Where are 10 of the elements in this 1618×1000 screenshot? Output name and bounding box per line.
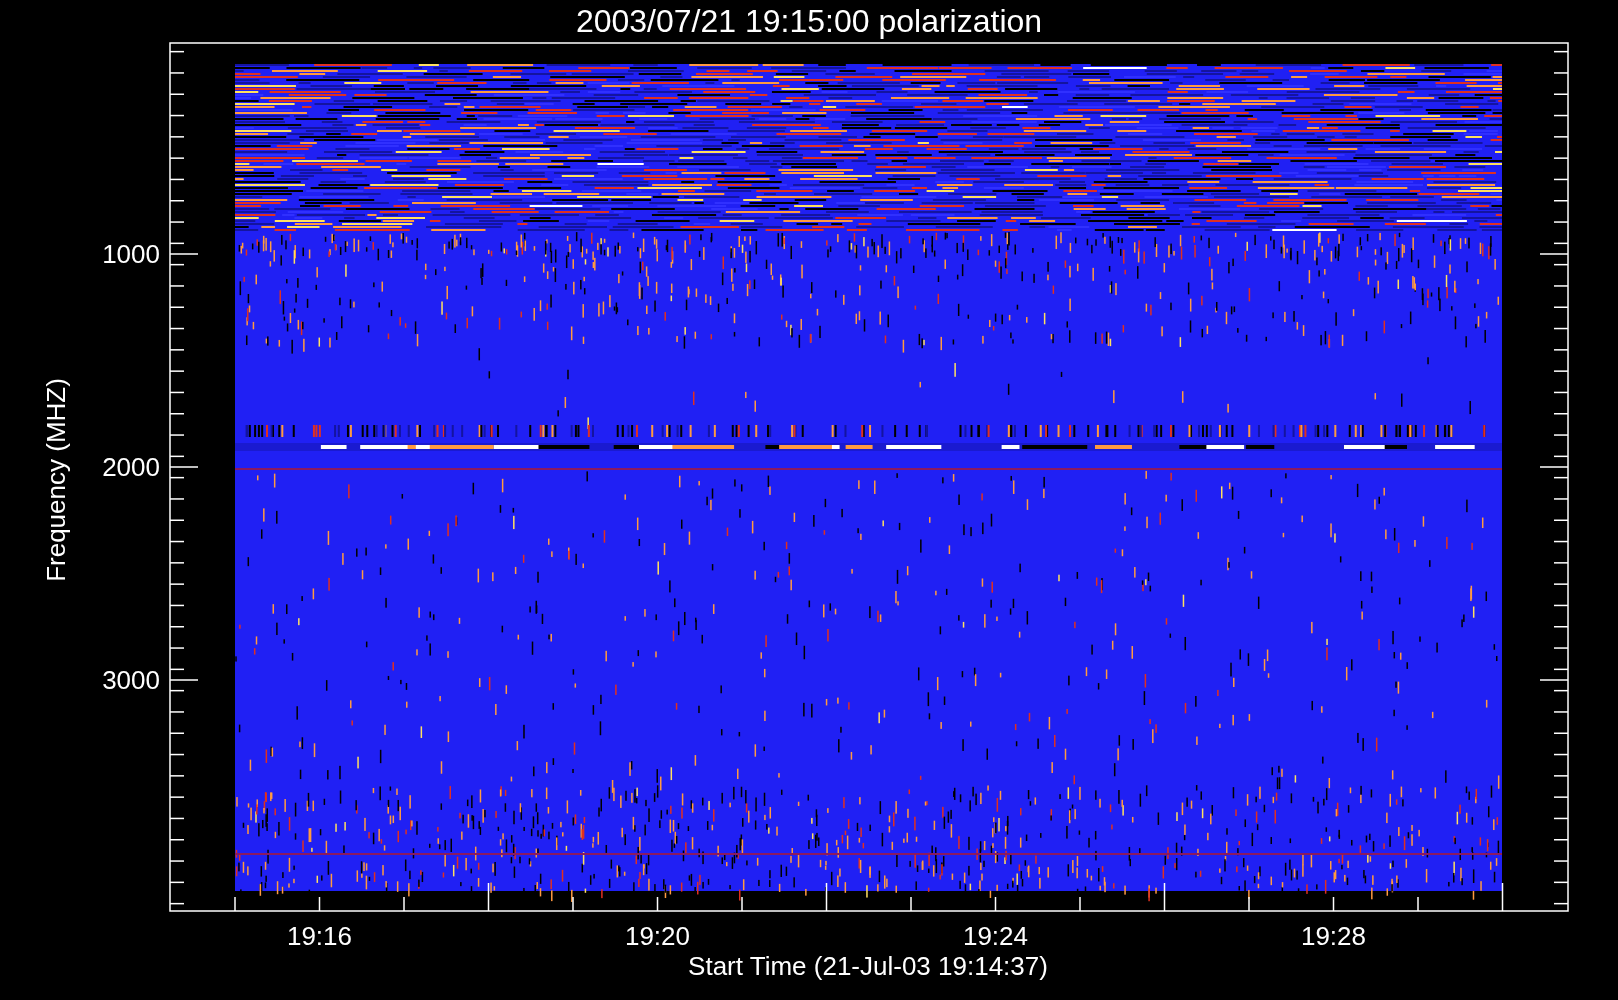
x-tick-label: 19:24 (962, 921, 1029, 951)
x-tick-label: 19:20 (624, 921, 691, 951)
y-tick-label: 2000 (102, 452, 160, 482)
x-tick-label: 19:16 (286, 921, 353, 951)
chart-title: 2003/07/21 19:15:00 polarization (575, 3, 1043, 39)
y-tick-label: 3000 (102, 665, 160, 695)
x-axis-label: Start Time (21-Jul-03 19:14:37) (688, 951, 1048, 981)
x-tick-label: 19:28 (1300, 921, 1367, 951)
y-axis-label: Frequency (MHZ) (41, 378, 71, 582)
y-tick-label: 1000 (102, 239, 160, 269)
